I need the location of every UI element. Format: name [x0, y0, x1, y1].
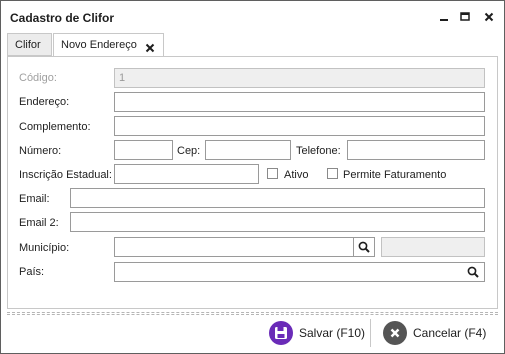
cancel-button[interactable]: Cancelar (F4) [383, 319, 486, 347]
email2-field[interactable] [70, 212, 485, 232]
footer-button-separator [370, 319, 371, 347]
footer-divider [7, 312, 498, 315]
pais-field[interactable] [114, 262, 485, 282]
minimize-icon[interactable] [436, 9, 452, 25]
maximize-icon[interactable] [457, 9, 473, 25]
cancel-x-icon [383, 321, 407, 345]
form-panel: Código: 1 Endereço: Complemento: Número:… [7, 56, 498, 309]
telefone-label: Telefone: [296, 145, 341, 157]
telefone-field[interactable] [347, 140, 485, 160]
complemento-label: Complemento: [19, 121, 91, 133]
dialog-window: Cadastro de Clifor Clifor Novo Endereço … [0, 0, 505, 354]
inscricao-field[interactable] [114, 164, 259, 184]
save-button[interactable]: Salvar (F10) [269, 319, 365, 347]
codigo-field: 1 [114, 68, 485, 88]
save-disk-icon [269, 321, 293, 345]
email-label: Email: [19, 193, 50, 205]
tab-clifor[interactable]: Clifor [7, 33, 52, 56]
search-icon [358, 241, 370, 253]
endereco-label: Endereço: [19, 96, 70, 108]
cancel-label: Cancelar (F4) [413, 326, 487, 340]
codigo-label: Código: [19, 72, 57, 84]
tab-novo-endereco[interactable]: Novo Endereço [53, 33, 164, 57]
save-label: Salvar (F10) [299, 326, 366, 340]
email-field[interactable] [70, 188, 485, 208]
window-title: Cadastro de Clifor [10, 11, 115, 25]
inscricao-label: Inscrição Estadual: [19, 169, 112, 181]
municipio-label: Município: [19, 242, 70, 254]
cep-field[interactable] [205, 140, 291, 160]
close-icon[interactable] [481, 9, 497, 25]
complemento-field[interactable] [114, 116, 485, 136]
permite-faturamento-label: Permite Faturamento [343, 169, 447, 181]
tab-label: Novo Endereço [61, 39, 137, 51]
endereco-field[interactable] [114, 92, 485, 112]
municipio-field[interactable] [114, 237, 354, 257]
municipio-search-button[interactable] [353, 237, 375, 257]
numero-label: Número: [19, 145, 62, 157]
pais-search-icon[interactable] [466, 265, 480, 279]
tab-label: Clifor [15, 39, 41, 51]
permite-faturamento-checkbox[interactable] [327, 168, 338, 179]
title-bar[interactable]: Cadastro de Clifor [1, 1, 504, 33]
pais-label: País: [19, 266, 45, 278]
numero-field[interactable] [114, 140, 173, 160]
ativo-label: Ativo [284, 169, 309, 181]
municipio-aux-field [381, 237, 485, 257]
cep-label: Cep: [177, 145, 201, 157]
tab-close-icon[interactable] [145, 40, 155, 53]
ativo-checkbox[interactable] [267, 168, 278, 179]
email2-label: Email 2: [19, 217, 59, 229]
tab-strip: Clifor Novo Endereço [7, 33, 498, 57]
